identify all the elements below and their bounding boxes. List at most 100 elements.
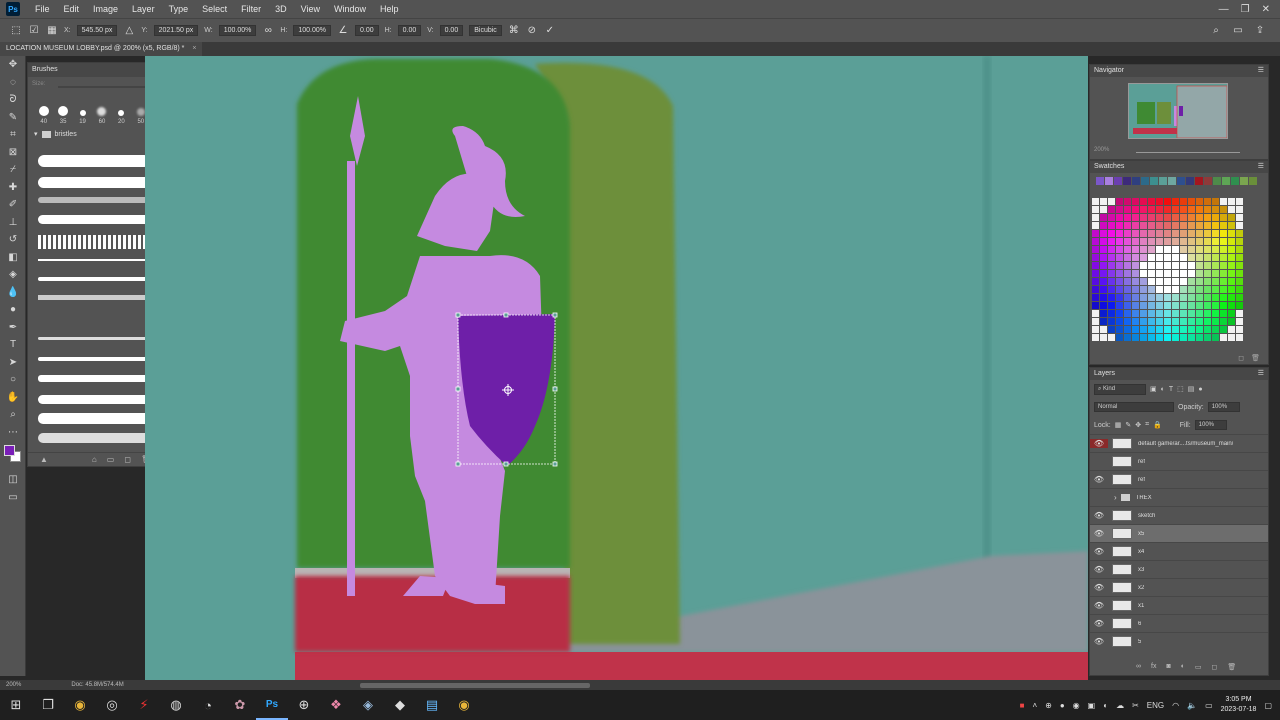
brush-stroke-preview[interactable] (38, 177, 150, 188)
lock-transparent-icon[interactable]: ▦ (1115, 421, 1122, 429)
swatch[interactable] (1220, 326, 1227, 333)
app-icon[interactable]: ◆ (384, 690, 416, 720)
layer-row[interactable]: ref (1090, 452, 1268, 470)
swatch[interactable] (1092, 222, 1099, 229)
swatch[interactable] (1196, 310, 1203, 317)
trash-icon[interactable]: 🗑 (1227, 663, 1236, 675)
swatch[interactable] (1236, 254, 1243, 261)
swatch[interactable] (1124, 222, 1131, 229)
swatch[interactable] (1156, 214, 1163, 221)
swatch[interactable] (1108, 230, 1115, 237)
trash-icon[interactable]: 🗑 (1251, 354, 1260, 362)
recent-swatch[interactable] (1123, 177, 1131, 185)
navigator-thumbnail[interactable] (1128, 83, 1228, 139)
swatch[interactable] (1148, 198, 1155, 205)
swatch[interactable] (1132, 294, 1139, 301)
swatch[interactable] (1212, 222, 1219, 229)
menu-file[interactable]: File (28, 4, 57, 14)
swatch[interactable] (1100, 238, 1107, 245)
swatch[interactable] (1164, 262, 1171, 269)
swatch[interactable] (1108, 246, 1115, 253)
swatch[interactable] (1148, 222, 1155, 229)
swatch[interactable] (1188, 326, 1195, 333)
recent-swatch[interactable] (1222, 177, 1230, 185)
swatch[interactable] (1108, 310, 1115, 317)
layer-filter-select[interactable]: ⌕ Kind (1094, 383, 1146, 395)
swatch[interactable] (1220, 334, 1227, 341)
visibility-eye-icon[interactable]: 👁 (1090, 475, 1108, 484)
swatch[interactable] (1196, 198, 1203, 205)
swatch[interactable] (1132, 326, 1139, 333)
eyedropper-tool-icon[interactable]: ⌿ (0, 161, 26, 179)
swatch[interactable] (1228, 254, 1235, 261)
layer-row[interactable]: 👁 default game/ar....ts/museum_main/ (1090, 434, 1268, 452)
transform-tool-icon[interactable]: ⬚ (10, 25, 22, 37)
swatch[interactable] (1236, 222, 1243, 229)
swatch[interactable] (1172, 238, 1179, 245)
swatch[interactable] (1172, 214, 1179, 221)
swatch[interactable] (1188, 334, 1195, 341)
swatch[interactable] (1132, 270, 1139, 277)
minimize-button[interactable]: — (1219, 4, 1229, 15)
new-group-icon[interactable]: ▭ (1195, 663, 1202, 675)
swatch[interactable] (1124, 206, 1131, 213)
swatch[interactable] (1116, 302, 1123, 309)
chevron-right-icon[interactable]: › (1114, 493, 1117, 502)
chevron-up-icon[interactable]: ˄ (1032, 701, 1037, 710)
swatch[interactable] (1212, 246, 1219, 253)
swatch[interactable] (1196, 246, 1203, 253)
x-position-field[interactable]: 545.50 px (76, 25, 118, 36)
layer-row[interactable]: 👁 sketch (1090, 506, 1268, 524)
swatch[interactable] (1188, 302, 1195, 309)
swatch[interactable] (1108, 262, 1115, 269)
visibility-eye-icon[interactable]: 👁 (1090, 565, 1108, 574)
eraser-tool-icon[interactable]: ◧ (0, 249, 26, 267)
swatch[interactable] (1180, 262, 1187, 269)
swatch[interactable] (1108, 294, 1115, 301)
blend-mode-select[interactable]: Normal (1094, 402, 1174, 412)
chevron-down-icon[interactable]: ▾ (34, 130, 38, 138)
swatch[interactable] (1180, 230, 1187, 237)
brush-stroke-preview[interactable] (38, 155, 150, 167)
fill-field[interactable]: 100% (1194, 420, 1227, 430)
swatch[interactable] (1188, 294, 1195, 301)
swatch[interactable] (1124, 198, 1131, 205)
swatch[interactable] (1204, 214, 1211, 221)
swatch[interactable] (1164, 310, 1171, 317)
recent-swatch[interactable] (1213, 177, 1221, 185)
swatch[interactable] (1236, 230, 1243, 237)
brush-stroke-preview[interactable] (38, 277, 150, 281)
recent-swatch[interactable] (1141, 177, 1149, 185)
swatch[interactable] (1204, 294, 1211, 301)
quick-mask-icon[interactable]: ◫ (0, 471, 26, 489)
swatch[interactable] (1196, 294, 1203, 301)
volume-icon[interactable]: 🔈 (1187, 701, 1197, 710)
swatch[interactable] (1124, 246, 1131, 253)
navigator-zoom-value[interactable]: 200% (1094, 147, 1109, 153)
swatch[interactable] (1236, 206, 1243, 213)
swatch[interactable] (1228, 278, 1235, 285)
swatch[interactable] (1180, 254, 1187, 261)
swatch[interactable] (1156, 198, 1163, 205)
lock-image-icon[interactable]: ✎ (1125, 421, 1131, 429)
swatch[interactable] (1228, 294, 1235, 301)
swatch[interactable] (1156, 270, 1163, 277)
swatch[interactable] (1204, 198, 1211, 205)
swatch[interactable] (1092, 286, 1099, 293)
swatch[interactable] (1148, 294, 1155, 301)
swatch[interactable] (1204, 310, 1211, 317)
swatch[interactable] (1124, 238, 1131, 245)
swatch[interactable] (1108, 254, 1115, 261)
swatch[interactable] (1116, 270, 1123, 277)
swatch[interactable] (1212, 206, 1219, 213)
swatch[interactable] (1188, 286, 1195, 293)
swatch[interactable] (1124, 326, 1131, 333)
visibility-eye-icon[interactable]: 👁 (1090, 619, 1108, 628)
swatch[interactable] (1212, 278, 1219, 285)
swatch[interactable] (1124, 262, 1131, 269)
swatch[interactable] (1180, 206, 1187, 213)
swatch[interactable] (1124, 286, 1131, 293)
swatch[interactable] (1140, 198, 1147, 205)
swatch[interactable] (1172, 294, 1179, 301)
swatch[interactable] (1228, 302, 1235, 309)
